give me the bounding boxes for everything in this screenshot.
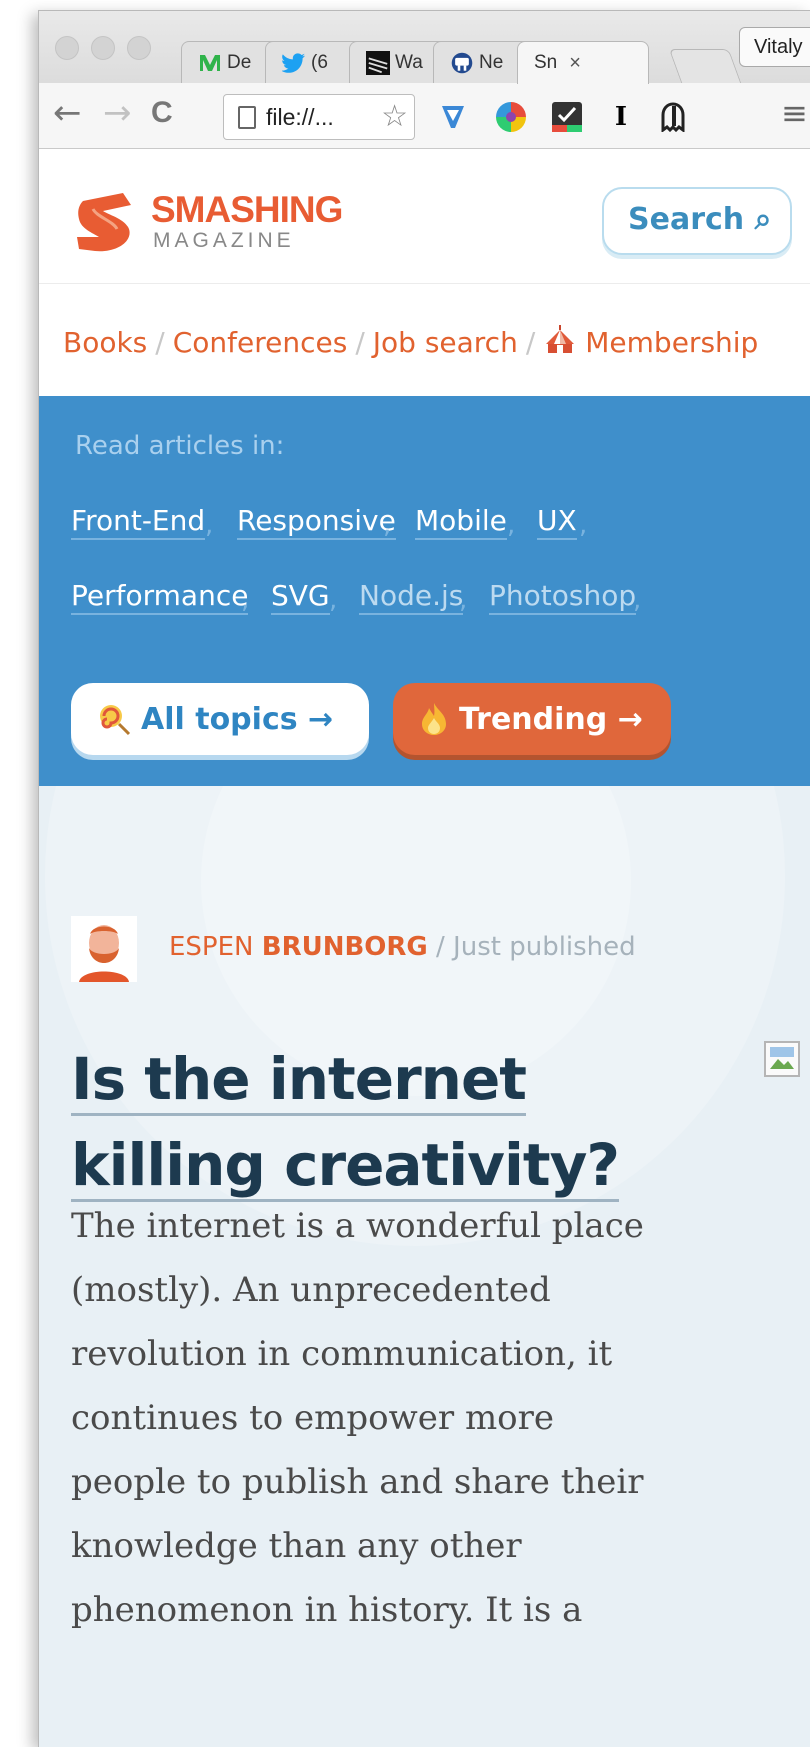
author-last-name[interactable]: BRUNBORG [262,932,428,962]
tab-strip: De (6 Wa Ne Sn × Vitaly [39,11,810,84]
author-avatar[interactable] [71,916,137,982]
minimize-window-button[interactable] [91,36,115,60]
twitter-icon [282,51,306,75]
topic-ux-link[interactable]: UX [537,504,577,540]
topic-comma: , [205,510,214,540]
fire-icon [419,702,449,736]
featured-article: ESPEN BRUNBORG / Just published Is the i… [39,786,810,1747]
nav-separator: / [525,326,536,359]
topic-nodejs-link[interactable]: Node.js [359,579,464,615]
search-button[interactable]: Search ⌕ [602,187,792,255]
topic-mobile-link[interactable]: Mobile [415,504,507,540]
all-topics-button[interactable]: All topics → [71,683,369,755]
page-icon [238,105,256,129]
nav-membership-link[interactable]: Membership [585,326,758,359]
topic-comma: , [241,585,250,615]
tab-label: Ne [479,51,504,73]
topic-comma: , [459,585,468,615]
topic-responsive-link[interactable]: Responsive [237,504,396,540]
topic-photoshop-link[interactable]: Photoshop [489,579,637,615]
trending-label: Trending → [459,701,643,737]
browser-window: De (6 Wa Ne Sn × Vitaly ← → C file://...… [38,10,810,1747]
nav-separator: / [355,326,365,359]
wave-icon [366,50,390,75]
lollipop-icon [97,702,131,736]
address-text: file://... [266,103,334,130]
topic-comma: , [383,510,392,540]
article-title-line[interactable]: Is the internet [71,1045,527,1116]
extension-instapaper-icon[interactable]: I [605,101,637,133]
trending-button[interactable]: Trending → [393,683,671,755]
all-topics-label: All topics → [141,701,334,737]
topic-performance-link[interactable]: Performance [71,579,249,615]
topic-svg-link[interactable]: SVG [271,579,330,615]
broken-image-icon [764,1041,800,1077]
author-first-name[interactable]: ESPEN [169,932,254,962]
tab-label: (6 [311,51,328,73]
bookmark-star-icon[interactable]: ☆ [381,99,408,134]
article-byline: ESPEN BRUNBORG / Just published [169,932,636,962]
reload-button[interactable]: C [151,93,173,133]
tab-label: Wa [395,51,423,73]
forward-button[interactable]: → [103,93,132,133]
browser-tab-active[interactable]: Sn × [517,41,649,84]
extension-checkmark-icon[interactable] [551,101,583,133]
extension-pocket-icon[interactable] [437,101,469,133]
publish-status: / Just published [427,932,636,962]
topic-comma: , [633,585,642,615]
article-excerpt: The internet is a wonderful place (mostl… [71,1206,644,1630]
nav-books-link[interactable]: Books [63,326,147,359]
article-title-line[interactable]: killing creativity? [71,1131,620,1202]
profile-button[interactable]: Vitaly [739,27,810,67]
tab-label: De [227,51,252,73]
nav-jobs-link[interactable]: Job search [373,326,518,359]
address-bar[interactable]: file://... ☆ [223,94,415,140]
site-header: SMASHING MAGAZINE Search ⌕ [39,149,810,284]
circus-tent-icon [543,324,577,363]
article-title[interactable]: Is the internet killing creativity? [71,1036,631,1208]
tab-label: Sn [534,52,558,73]
logo-wordmark[interactable]: SMASHING [151,191,343,229]
medium-icon [198,51,222,75]
close-window-button[interactable] [55,36,79,60]
topics-heading: Read articles in: [75,431,285,461]
zoom-window-button[interactable] [127,36,151,60]
nav-conferences-link[interactable]: Conferences [173,326,348,359]
new-tab-button[interactable] [668,49,742,83]
extension-ghostery-icon[interactable] [657,101,689,133]
tab-close-icon[interactable]: × [569,52,581,75]
site-nav: Books / Conferences / Job search / Membership [39,284,810,396]
logo-subtitle: MAGAZINE [153,229,295,252]
newsletter-icon [450,51,474,75]
browser-menu-button[interactable]: ≡ [781,93,808,133]
topic-comma: , [579,510,588,540]
back-button[interactable]: ← [53,93,82,133]
topic-comma: , [507,510,516,540]
topic-comma: , [329,585,338,615]
nav-separator: / [155,326,165,359]
topic-front-end-link[interactable]: Front-End [71,504,206,540]
browser-toolbar: ← → C file://... ☆ I ≡ [39,83,810,149]
smashing-logo-icon[interactable] [73,189,145,255]
extension-colorwheel-icon[interactable] [495,101,527,133]
topics-panel: Read articles in: Front-End , Responsive… [39,396,810,786]
